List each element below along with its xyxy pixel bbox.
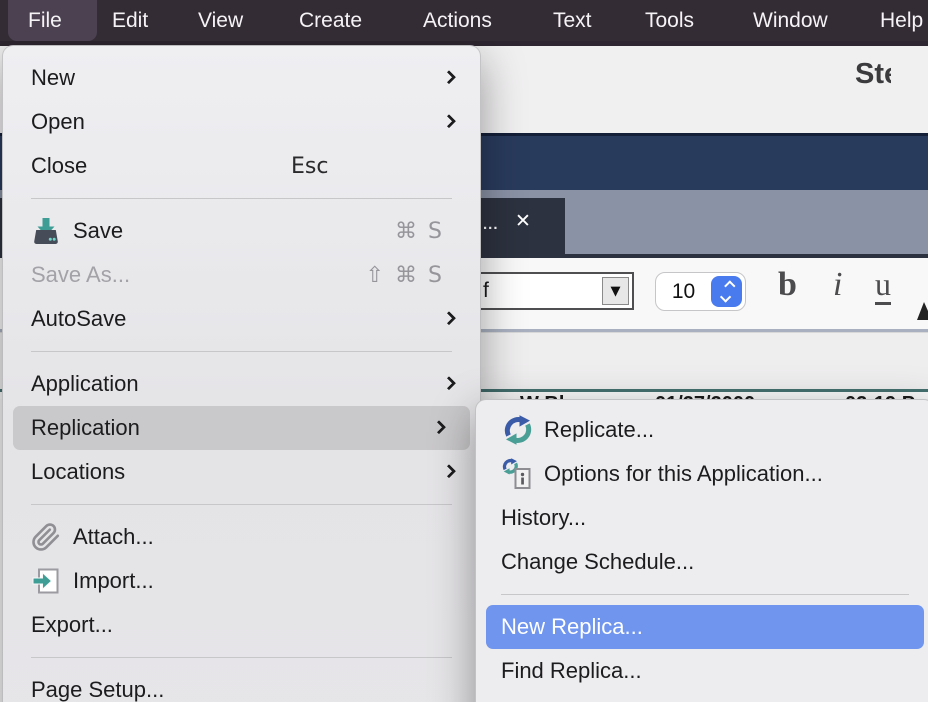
shortcut-shift-cmd-s: ⇧ ⌘ S (366, 263, 444, 288)
submenu-item-options[interactable]: Options for this Application... (476, 452, 928, 496)
menu-item-label: History... (501, 505, 586, 531)
submenu-item-find-replica[interactable]: Find Replica... (476, 649, 928, 693)
menubar-item-actions[interactable]: Actions (423, 0, 492, 41)
chevron-right-icon (442, 376, 456, 390)
underline-button[interactable]: u (875, 266, 891, 303)
menubar-item-window[interactable]: Window (753, 0, 828, 41)
import-icon (31, 566, 73, 596)
menu-item-export[interactable]: Export... (3, 603, 480, 647)
menu-item-attach[interactable]: Attach... (3, 515, 480, 559)
menubar-item-tools[interactable]: Tools (645, 0, 694, 41)
menu-item-label: New (31, 65, 75, 91)
menu-separator (31, 351, 452, 352)
submenu-item-change-schedule[interactable]: Change Schedule... (476, 540, 928, 584)
tab-close-icon[interactable]: ✕ (515, 210, 531, 232)
screen: Ste ... ✕ f ▼ 10 b i u W Bl 01/27/2000 0… (0, 0, 928, 702)
menu-separator (31, 198, 452, 199)
menubar-item-file[interactable]: File (28, 0, 62, 41)
menu-item-label: Application (31, 371, 139, 397)
font-size-stepper[interactable]: 10 (655, 272, 746, 311)
menu-item-label: Close (31, 153, 87, 179)
bold-button[interactable]: b (778, 266, 797, 304)
menu-item-label: Export... (31, 612, 113, 638)
font-family-dropdown-button[interactable]: ▼ (602, 277, 629, 305)
replicate-icon (501, 413, 544, 447)
menu-item-label: Import... (73, 568, 154, 594)
tab-title: ... (483, 216, 499, 233)
menu-item-page-setup[interactable]: Page Setup... (3, 668, 480, 702)
menu-separator (31, 504, 452, 505)
menu-item-label: Save (73, 218, 123, 244)
menu-item-autosave[interactable]: AutoSave (3, 297, 480, 341)
menu-item-close[interactable]: Close Esc (3, 144, 480, 188)
menu-item-application[interactable]: Application (3, 362, 480, 406)
menu-item-label: New Replica... (501, 614, 643, 640)
menu-item-label: Attach... (73, 524, 154, 550)
menu-item-replication[interactable]: Replication (13, 406, 470, 450)
menu-item-label: Replicate... (544, 417, 654, 443)
submenu-item-new-replica[interactable]: New Replica... (486, 605, 924, 649)
header-title-clipped-letter: e (884, 58, 891, 91)
submenu-item-history[interactable]: History... (476, 496, 928, 540)
chevron-right-icon (442, 464, 456, 478)
menu-item-label: Save As... (31, 262, 130, 288)
menu-item-label: Page Setup... (31, 677, 164, 702)
menu-item-label: Replication (31, 415, 140, 441)
menu-item-label: Locations (31, 459, 125, 485)
menu-item-label: AutoSave (31, 306, 126, 332)
chevron-right-icon (442, 70, 456, 84)
chevron-right-icon (432, 420, 446, 434)
stepper-up-icon[interactable] (724, 280, 735, 291)
menu-item-locations[interactable]: Locations (3, 450, 480, 494)
menu-bar: File Edit View Create Actions Text Tools… (0, 0, 928, 41)
menubar-item-view[interactable]: View (198, 0, 243, 41)
menu-item-save[interactable]: Save ⌘ S (3, 209, 480, 253)
menu-separator (501, 594, 909, 595)
menu-separator (31, 657, 452, 658)
menu-item-label: Change Schedule... (501, 549, 694, 575)
submenu-item-replicate[interactable]: Replicate... (476, 408, 928, 452)
menubar-item-text[interactable]: Text (553, 0, 592, 41)
italic-button[interactable]: i (833, 266, 842, 304)
file-menu: New Open Close Esc Save ⌘ S Save As... (2, 45, 481, 702)
font-size-value: 10 (656, 280, 711, 304)
clipped-toolbar-icon[interactable] (917, 302, 928, 320)
stepper-buttons[interactable] (711, 276, 742, 307)
replication-submenu: Replicate... Options for this Applicatio… (475, 399, 928, 702)
menubar-item-create[interactable]: Create (299, 0, 362, 41)
save-icon (31, 216, 73, 246)
replicate-options-icon (501, 457, 544, 491)
header-title-fragment: Ste (855, 58, 891, 91)
font-family-select[interactable]: f ▼ (462, 272, 634, 310)
menu-item-open[interactable]: Open (3, 100, 480, 144)
menu-item-import[interactable]: Import... (3, 559, 480, 603)
chevron-right-icon (442, 311, 456, 325)
font-family-value-fragment: f (483, 279, 489, 302)
menubar-item-help[interactable]: Help (880, 0, 923, 41)
stepper-down-icon[interactable] (719, 291, 730, 302)
menu-item-label: Options for this Application... (544, 461, 823, 487)
menu-item-label: Open (31, 109, 85, 135)
shortcut-cmd-s: ⌘ S (395, 219, 444, 244)
chevron-right-icon (442, 114, 456, 128)
menubar-item-edit[interactable]: Edit (112, 0, 148, 41)
shortcut-esc: Esc (291, 154, 328, 179)
menu-item-new[interactable]: New (3, 56, 480, 100)
paperclip-icon (31, 522, 73, 552)
menu-item-label: Find Replica... (501, 658, 642, 684)
menu-item-save-as: Save As... ⇧ ⌘ S (3, 253, 480, 297)
